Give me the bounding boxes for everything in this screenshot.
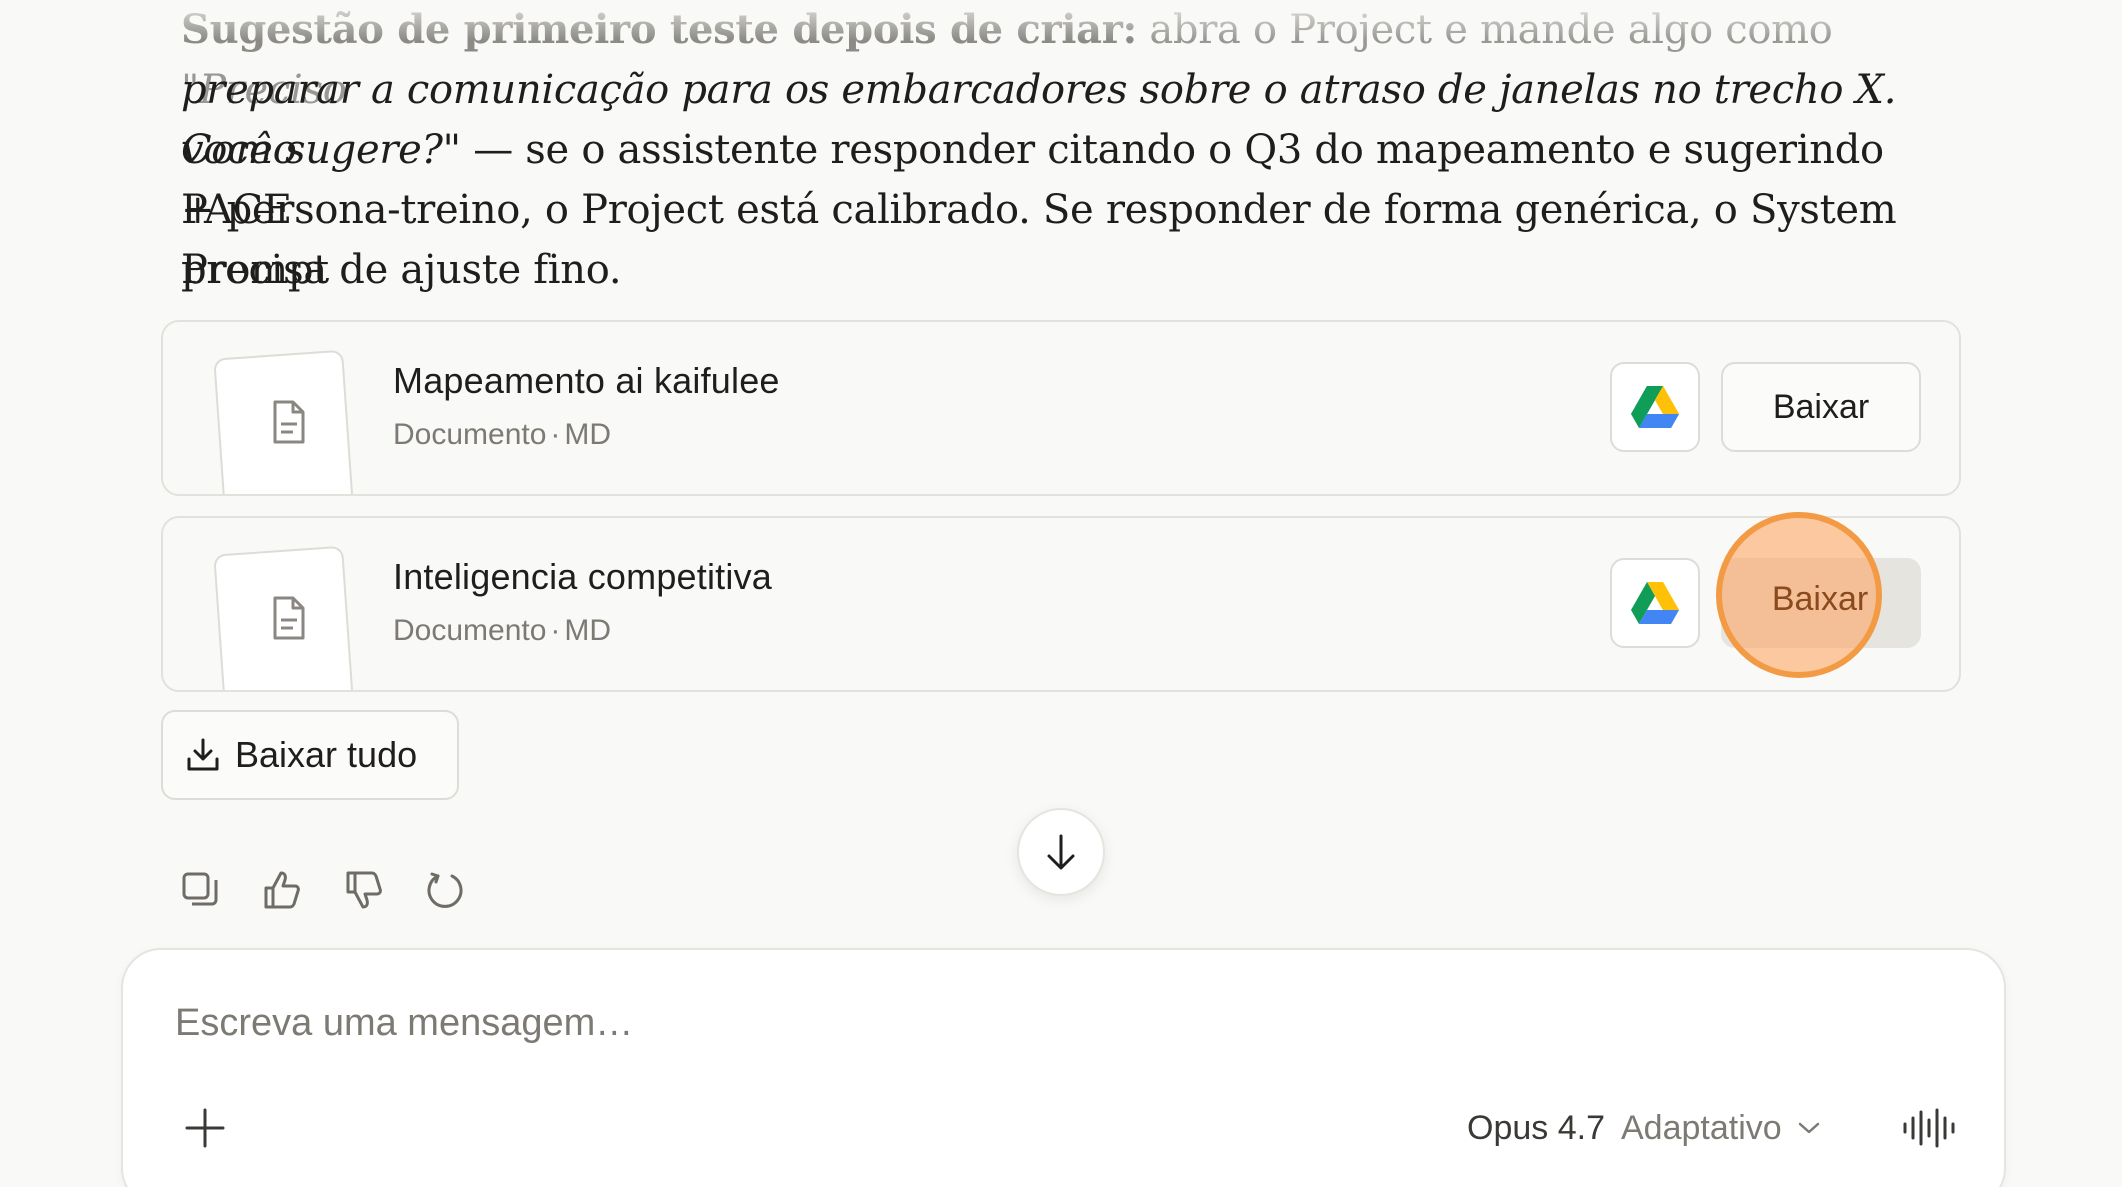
download-all-button[interactable]: Baixar tudo — [161, 710, 459, 800]
chevron-down-icon — [1798, 1122, 1819, 1134]
google-drive-icon — [1631, 582, 1679, 624]
file-card[interactable]: Mapeamento ai kaifulee Documento · MD Baix… — [161, 320, 1961, 496]
file-meta: Documento · MD — [393, 418, 611, 452]
thumbs-down-button[interactable] — [344, 868, 384, 912]
save-to-drive-button[interactable] — [1610, 362, 1700, 452]
plus-icon[interactable] — [183, 1106, 227, 1150]
download-all-label: Baixar tudo — [235, 734, 418, 775]
file-format: MD — [564, 614, 612, 647]
download-button-label[interactable]: Baixar — [1720, 580, 1920, 619]
file-name: Inteligencia competitiva — [393, 556, 773, 597]
message-line-1: Sugestão de primeiro teste depois de cri… — [181, 0, 1901, 113]
thumbs-up-button[interactable] — [262, 868, 302, 912]
model-name: Opus 4.7 — [1467, 1108, 1605, 1147]
retry-icon — [427, 872, 463, 908]
model-mode: Adaptativo — [1620, 1108, 1782, 1147]
message-line-2: preparar a comunicação para os embarcado… — [181, 60, 1901, 173]
message-input[interactable] — [175, 1002, 1475, 1045]
file-name: Mapeamento ai kaifulee — [393, 360, 780, 401]
file-type: Documento — [393, 418, 547, 451]
thumbs-up-icon — [264, 871, 300, 909]
copy-button[interactable] — [180, 868, 220, 912]
meta-separator: · — [550, 614, 561, 647]
message-composer: Opus 4.7 Adaptativo — [121, 948, 2006, 1187]
document-icon — [273, 596, 305, 640]
message-actions — [180, 868, 466, 912]
meta-separator: · — [550, 418, 561, 451]
message-italic-text: você sugere?" — [181, 127, 461, 173]
file-format: MD — [564, 418, 612, 451]
copy-icon — [182, 872, 218, 906]
message-line-3: você sugere?" — se o assistente responde… — [181, 120, 1901, 233]
message-bold-label: Sugestão de primeiro teste depois de cri… — [181, 6, 1137, 53]
thumbs-down-icon — [346, 871, 382, 909]
file-card[interactable]: Inteligencia competitiva Documento · MD — [161, 516, 1961, 692]
retry-button[interactable] — [426, 868, 466, 912]
google-drive-icon — [1631, 386, 1679, 428]
chat-page: Sugestão de primeiro teste depois de cri… — [0, 0, 2122, 1187]
scroll-to-bottom-button[interactable] — [1017, 808, 1105, 896]
assistant-message: Sugestão de primeiro teste depois de cri… — [181, 0, 1901, 300]
download-button[interactable]: Baixar — [1721, 362, 1921, 452]
document-icon — [273, 400, 305, 444]
save-to-drive-button[interactable] — [1610, 558, 1700, 648]
voice-waveform-icon[interactable] — [1901, 1108, 1957, 1148]
model-selector[interactable]: Opus 4.7 Adaptativo — [1467, 1106, 1820, 1150]
message-text: abra o Project e mande algo como — [1136, 7, 1833, 53]
download-icon — [187, 738, 219, 771]
message-line-4: + persona-treino, o Project está calibra… — [181, 187, 1897, 293]
arrow-down-icon — [1047, 834, 1075, 870]
file-meta: Documento · MD — [393, 614, 611, 648]
file-type: Documento — [393, 614, 547, 647]
message-line-5: precisa de ajuste fino. — [181, 247, 622, 293]
